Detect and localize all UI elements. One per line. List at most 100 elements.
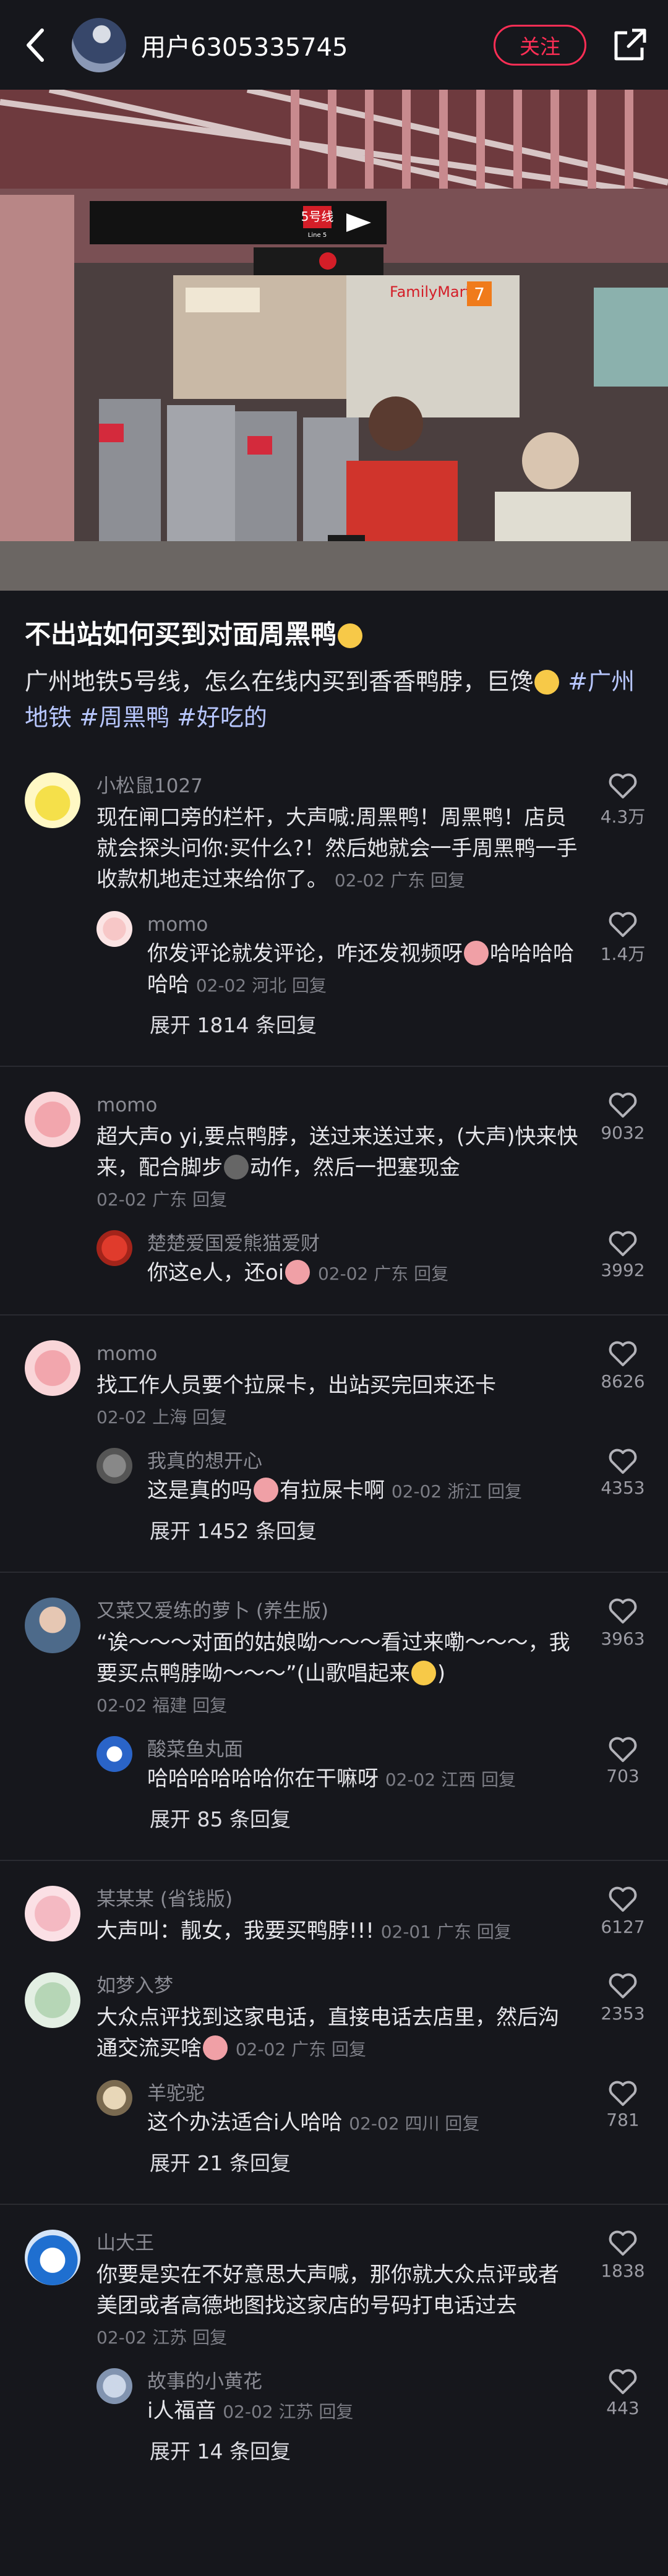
comment-meta[interactable]: 02-01 广东 回复 (381, 1922, 512, 1942)
heart-icon (609, 773, 637, 798)
comment-text-line: 大众点评找到这家电话，直接电话去店里，然后沟通交流买啥 02-02 广东 回复 (96, 2002, 579, 2065)
commenter-avatar[interactable] (25, 772, 80, 828)
hashtag[interactable]: #好吃的 (177, 704, 267, 731)
replier-avatar[interactable] (96, 2080, 132, 2116)
commenter-name[interactable]: 某某某 (省钱版) (96, 1886, 579, 1913)
crying-emoji-icon (464, 941, 489, 965)
reply-meta[interactable]: 02-02 江苏 回复 (223, 2402, 353, 2422)
replier-name[interactable]: momo (147, 911, 580, 938)
replier-name[interactable]: 羊驼驼 (147, 2080, 580, 2107)
like-count: 3963 (601, 1628, 645, 1649)
like-button[interactable]: 3992 (595, 1230, 651, 1280)
reply-meta[interactable]: 02-02 四川 回复 (349, 2113, 479, 2134)
commenter-avatar[interactable] (25, 1972, 80, 2028)
heart-icon (609, 1341, 637, 1366)
reply-item: 我真的想开心 这是真的吗 有拉屎卡啊 02-02 浙江 回复 4353 (96, 1448, 668, 1507)
commenter-avatar[interactable] (25, 1340, 80, 1396)
replier-name[interactable]: 酸菜鱼丸面 (147, 1736, 580, 1763)
share-icon (614, 28, 646, 60)
commenter-name[interactable]: 山大王 (96, 2230, 579, 2257)
comment-text: “诶～～～对面的姑娘呦～～～看过来嘞～～～，我要买点鸭脖呦～～～”(山歌唱起来 (96, 1630, 570, 1686)
replier-avatar[interactable] (96, 1736, 132, 1772)
comment-meta[interactable]: 02-02 广东 回复 (236, 2039, 366, 2060)
like-count: 9032 (601, 1123, 645, 1143)
heart-icon (609, 1598, 637, 1624)
heart-icon (609, 1737, 637, 1762)
comment-meta[interactable]: 02-02 上海 回复 (96, 1407, 227, 1427)
comment-meta[interactable]: 02-02 福建 回复 (96, 1695, 227, 1716)
like-button[interactable]: 4353 (595, 1448, 651, 1498)
reply-meta[interactable]: 02-02 河北 回复 (196, 975, 327, 996)
like-button[interactable]: 4.3万 (595, 772, 651, 828)
reply-item: 酸菜鱼丸面 哈哈哈哈哈哈你在干嘛呀 02-02 江西 回复 703 (96, 1736, 668, 1795)
commenter-name[interactable]: 如梦入梦 (96, 1972, 579, 2000)
like-button[interactable]: 8626 (595, 1340, 651, 1392)
follow-button[interactable]: 关注 (494, 24, 586, 66)
comment-text-line: 你要是实在不好意思大声喊，那你就大众点评或者美团或者高德地图找这家店的号码打电话… (96, 2259, 579, 2353)
reply-meta[interactable]: 02-02 江西 回复 (385, 1769, 516, 1790)
like-button[interactable]: 6127 (595, 1886, 651, 1937)
author-avatar[interactable] (72, 17, 126, 72)
heart-icon (609, 912, 637, 937)
expand-replies-button[interactable]: 展开 1814 条回复 (150, 1010, 668, 1041)
like-button[interactable]: 3963 (595, 1598, 651, 1649)
heart-icon (609, 2230, 637, 2256)
commenter-avatar[interactable] (25, 1092, 80, 1147)
post-image[interactable]: 5号线 Line 5 FamilyMart 7 (0, 90, 668, 591)
heart-icon (609, 1231, 637, 1256)
like-button[interactable]: 2353 (595, 1972, 651, 2024)
commenter-avatar[interactable] (25, 2230, 80, 2285)
comment-item: momo 找工作人员要个拉屎卡，出站买完回来还卡 02-02 上海 回复 862… (0, 1340, 668, 1433)
like-button[interactable]: 443 (595, 2368, 651, 2418)
commenter-avatar[interactable] (25, 1886, 80, 1941)
comment-meta[interactable]: 02-02 广东 回复 (335, 870, 465, 891)
like-button[interactable]: 1838 (595, 2230, 651, 2281)
post-title-text: 不出站如何买到对面周黑鸭 (25, 619, 337, 649)
like-count: 4.3万 (600, 807, 646, 827)
commenter-avatar[interactable] (25, 1598, 80, 1653)
replier-name[interactable]: 楚楚爱国爱熊猫爱财 (147, 1230, 580, 1257)
commenter-name[interactable]: 又菜又爱练的萝卜 (养生版) (96, 1598, 579, 1625)
like-count: 4353 (601, 1478, 645, 1498)
like-count: 8626 (601, 1371, 645, 1392)
like-button[interactable]: 9032 (595, 1092, 651, 1143)
hashtag[interactable]: #周黑鸭 (79, 704, 169, 731)
comment-text-line: 大声叫：靓女，我要买鸭脖!!! 02-01 广东 回复 (96, 1915, 579, 1948)
author-username[interactable]: 用户6305335745 (141, 27, 494, 63)
reply-meta[interactable]: 02-02 广东 回复 (318, 1264, 448, 1284)
reply-text: 这个办法适合i人哈哈 (147, 2110, 343, 2135)
like-button[interactable]: 781 (595, 2080, 651, 2130)
line-sign-text: 5号线 (301, 209, 334, 224)
replier-name[interactable]: 故事的小黄花 (147, 2368, 580, 2395)
comment-text: 动作，然后一把塞现金 (250, 1155, 460, 1180)
replier-avatar[interactable] (96, 2368, 132, 2404)
like-button[interactable]: 1.4万 (595, 911, 651, 965)
commenter-name[interactable]: 小松鼠1027 (96, 772, 579, 800)
expand-replies-button[interactable]: 展开 21 条回复 (150, 2148, 668, 2179)
heart-icon (609, 2081, 637, 2106)
replier-avatar[interactable] (96, 911, 132, 947)
reply-text-line: 这是真的吗 有拉屎卡啊 02-02 浙江 回复 (147, 1475, 580, 1507)
smile-emoji-icon (534, 670, 560, 695)
comment-meta[interactable]: 02-02 广东 回复 (96, 1189, 227, 1210)
reply-item: momo 你发评论就发评论，咋还发视频呀 哈哈哈哈哈哈 02-02 河北 回复 1… (96, 911, 668, 1001)
reply-text: 哈哈哈哈哈哈你在干嘛呀 (147, 1766, 379, 1791)
expand-replies-button[interactable]: 展开 14 条回复 (150, 2436, 668, 2467)
share-button[interactable] (611, 27, 648, 64)
commenter-name[interactable]: momo (96, 1340, 579, 1367)
heart-icon (609, 1448, 637, 1474)
subway-station-scene: 5号线 Line 5 FamilyMart 7 (0, 90, 668, 591)
reply-meta[interactable]: 02-02 浙江 回复 (392, 1481, 522, 1502)
back-button[interactable] (25, 24, 56, 67)
replier-avatar[interactable] (96, 1448, 132, 1484)
replier-avatar[interactable] (96, 1230, 132, 1266)
reply-text: 你这e人，还oi (147, 1260, 285, 1285)
divider (0, 1860, 668, 1861)
replier-name[interactable]: 我真的想开心 (147, 1448, 580, 1475)
expand-replies-button[interactable]: 展开 85 条回复 (150, 1804, 668, 1835)
expand-replies-button[interactable]: 展开 1452 条回复 (150, 1516, 668, 1547)
comment-meta[interactable]: 02-02 江苏 回复 (96, 2327, 227, 2348)
commenter-name[interactable]: momo (96, 1092, 579, 1119)
reply-text-line: 哈哈哈哈哈哈你在干嘛呀 02-02 江西 回复 (147, 1763, 580, 1795)
like-button[interactable]: 703 (595, 1736, 651, 1786)
